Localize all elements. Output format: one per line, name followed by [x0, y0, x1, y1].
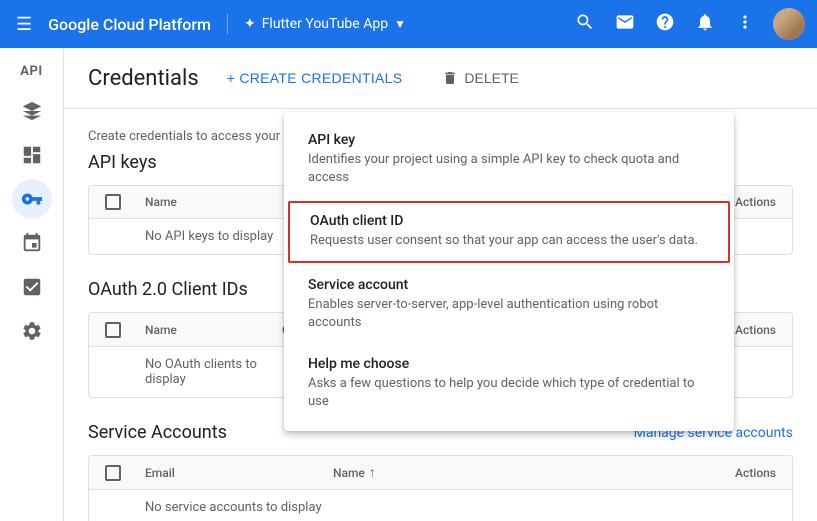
dropdown-help-choose[interactable]: Help me choose Asks a few questions to h…	[284, 344, 734, 423]
search-icon[interactable]	[569, 6, 601, 43]
delete-button[interactable]: DELETE	[430, 64, 530, 92]
sidebar: API	[0, 48, 64, 521]
nav-divider	[227, 14, 228, 34]
sidebar-icon-credentials[interactable]	[12, 179, 52, 219]
dropdown-oauth-desc: Requests user consent so that your app c…	[310, 232, 708, 250]
dropdown-api-key-title: API key	[308, 132, 710, 148]
delete-label: DELETE	[464, 70, 518, 86]
nav-logo: Google Cloud Platform	[48, 15, 211, 34]
top-nav: ☰ Google Cloud Platform ✦ Flutter YouTub…	[0, 0, 817, 48]
dropdown-api-key-desc: Identifies your project using a simple A…	[308, 151, 710, 187]
avatar[interactable]	[773, 8, 805, 40]
page-header: Credentials + CREATE CREDENTIALS DELETE	[64, 48, 817, 109]
service-select-all-checkbox[interactable]	[105, 465, 121, 481]
sidebar-icon-checklist[interactable]	[12, 267, 52, 307]
oauth-name-col: Name	[145, 323, 274, 337]
create-credentials-dropdown: API key Identifies your project using a …	[284, 112, 734, 431]
oauth-actions-col: Actions	[735, 323, 776, 337]
content-area: Credentials + CREATE CREDENTIALS DELETE …	[64, 48, 817, 521]
dropdown-service-account-title: Service account	[308, 277, 710, 293]
api-badge: API	[20, 56, 42, 87]
page-title: Credentials	[88, 66, 199, 91]
oauth-empty-msg: No OAuth clients to display	[145, 357, 295, 387]
api-keys-select-all-checkbox[interactable]	[105, 194, 121, 210]
service-accounts-empty-msg: No service accounts to display	[145, 500, 325, 515]
service-actions-col: Actions	[735, 466, 776, 480]
sidebar-icon-settings[interactable]	[12, 311, 52, 351]
nav-project[interactable]: ✦ Flutter YouTube App ▼	[244, 16, 406, 32]
chevron-down-icon: ▼	[394, 17, 406, 31]
project-icon: ✦	[244, 16, 256, 32]
service-name-col[interactable]: Name ↑	[333, 464, 727, 481]
sort-up-icon: ↑	[369, 464, 376, 481]
sidebar-icon-dashboard[interactable]	[12, 135, 52, 175]
service-accounts-title: Service Accounts	[88, 422, 227, 443]
sidebar-icon-integrations[interactable]	[12, 223, 52, 263]
main-layout: API Credentials + CREATE CREDENTIALS DEL…	[0, 48, 817, 521]
dropdown-help-desc: Asks a few questions to help you decide …	[308, 375, 710, 411]
email-icon[interactable]	[609, 6, 641, 43]
service-accounts-header-row: Email Name ↑ Actions	[89, 456, 792, 490]
oauth-select-all-checkbox[interactable]	[105, 322, 121, 338]
help-icon[interactable]	[649, 6, 681, 43]
service-email-col: Email	[145, 466, 325, 480]
dropdown-oauth-title: OAuth client ID	[310, 213, 708, 229]
dropdown-api-key[interactable]: API key Identifies your project using a …	[284, 120, 734, 199]
menu-icon[interactable]: ☰	[12, 10, 36, 39]
sidebar-icon-home[interactable]	[12, 91, 52, 131]
api-keys-actions-col: Actions	[735, 195, 776, 209]
dropdown-oauth-client-id[interactable]: OAuth client ID Requests user consent so…	[288, 201, 730, 262]
dropdown-service-account[interactable]: Service account Enables server-to-server…	[284, 265, 734, 344]
create-credentials-button[interactable]: + CREATE CREDENTIALS	[215, 64, 415, 92]
service-accounts-table: Email Name ↑ Actions No service accounts…	[88, 455, 793, 521]
more-options-icon[interactable]	[729, 6, 761, 43]
bell-icon[interactable]	[689, 6, 721, 43]
dropdown-help-title: Help me choose	[308, 356, 710, 372]
dropdown-service-account-desc: Enables server-to-server, app-level auth…	[308, 296, 710, 332]
project-name: Flutter YouTube App	[262, 16, 388, 32]
service-accounts-empty-row: No service accounts to display	[89, 490, 792, 521]
